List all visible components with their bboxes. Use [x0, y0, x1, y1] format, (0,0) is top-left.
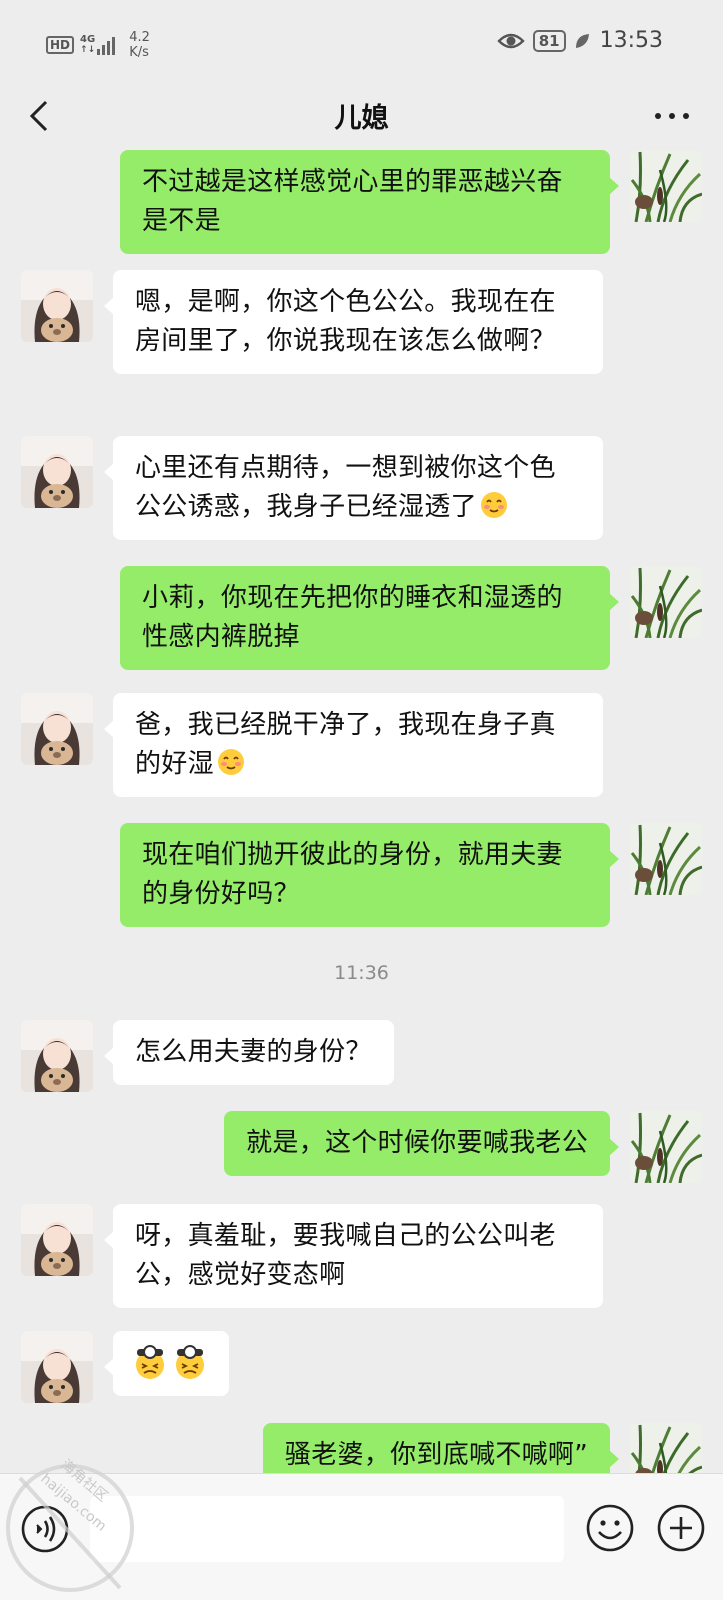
chat-title: 儿媳	[334, 103, 389, 134]
message-bubble-received[interactable]: 呀，真羞耻，要我喊自己的公公叫老公，感觉好变态啊	[104, 1204, 603, 1308]
avatar-self[interactable]	[630, 1423, 702, 1473]
message-bubble-received[interactable]: 怎么用夫妻的身份？	[104, 1020, 394, 1085]
message-bubble-sent[interactable]: 骚老婆，你到底喊不喊啊”	[262, 1423, 620, 1473]
smile-icon[interactable]	[584, 1502, 636, 1554]
message-text: 爸，我已经脱干净了，我现在身子真的好湿	[135, 710, 556, 779]
avatar-contact[interactable]	[21, 436, 93, 508]
message-bubble-received[interactable]: 心里还有点期待，一想到被你这个色公公诱惑，我身子已经湿透了	[104, 436, 603, 540]
message-bubble-sent[interactable]: 不过越是这样感觉心里的罪恶越兴奋是不是	[120, 150, 619, 254]
timestamp: 11:36	[334, 962, 389, 984]
input-bar	[0, 1473, 723, 1600]
hd-badge: HD	[46, 36, 75, 54]
headlamp-emoji-icon	[136, 1345, 204, 1379]
avatar-contact[interactable]	[21, 1331, 93, 1403]
speed-unit: K/s	[129, 45, 149, 60]
speed-value: 4.2	[129, 30, 150, 45]
message-list[interactable]: 不过越是这样感觉心里的罪恶越兴奋是不是 嗯，是啊，你这个色公公。我现在在房间里了…	[0, 148, 723, 1473]
avatar-self[interactable]	[630, 150, 702, 222]
signal-bars-icon	[97, 35, 116, 55]
message-bubble-received[interactable]: 爸，我已经脱干净了，我现在身子真的好湿	[104, 693, 603, 797]
status-left: HD 4G ↑↓ 4.2 K/s	[46, 30, 150, 60]
message-bubble-sent[interactable]: 小莉，你现在先把你的睡衣和湿透的性感内裤脱掉	[120, 566, 619, 670]
status-right: 81 13:53	[497, 28, 663, 53]
network-speed: 4.2 K/s	[129, 30, 150, 60]
message-bubble-sent[interactable]: 就是，这个时候你要喊我老公	[224, 1111, 619, 1176]
status-bar: HD 4G ↑↓ 4.2 K/s 81 13:53	[0, 0, 723, 86]
network-label: 4G	[80, 34, 96, 45]
avatar-contact[interactable]	[21, 1204, 93, 1276]
avatar-self[interactable]	[630, 566, 702, 638]
message-input[interactable]	[90, 1496, 564, 1562]
chat-header: 儿媳	[0, 86, 723, 156]
avatar-contact[interactable]	[21, 1020, 93, 1092]
blush-emoji-icon	[217, 749, 244, 775]
avatar-contact[interactable]	[21, 693, 93, 765]
network-type: 4G ↑↓	[80, 34, 96, 56]
clock: 13:53	[599, 28, 663, 53]
plus-icon[interactable]	[655, 1502, 707, 1554]
chat-screen: HD 4G ↑↓ 4.2 K/s 81 13:53 儿媳 不过越是这样感觉心里的…	[0, 0, 723, 1600]
more-horizontal-icon[interactable]	[647, 96, 697, 136]
blush-emoji-icon	[480, 492, 507, 518]
battery-indicator: 81	[532, 29, 566, 52]
avatar-self[interactable]	[630, 823, 702, 895]
message-bubble-received[interactable]: 嗯，是啊，你这个色公公。我现在在房间里了，你说我现在该怎么做啊？	[104, 270, 603, 374]
message-bubble-sent[interactable]: 现在咱们抛开彼此的身份，就用夫妻的身份好吗？	[120, 823, 619, 927]
signal-group: 4G ↑↓	[80, 34, 116, 56]
eye-icon	[497, 33, 525, 48]
avatar-contact[interactable]	[21, 270, 93, 342]
voice-icon[interactable]	[20, 1504, 70, 1554]
message-bubble-received[interactable]	[104, 1331, 229, 1396]
data-arrows-icon: ↑↓	[80, 45, 96, 55]
leaf-icon	[575, 33, 589, 48]
avatar-self[interactable]	[630, 1111, 702, 1183]
